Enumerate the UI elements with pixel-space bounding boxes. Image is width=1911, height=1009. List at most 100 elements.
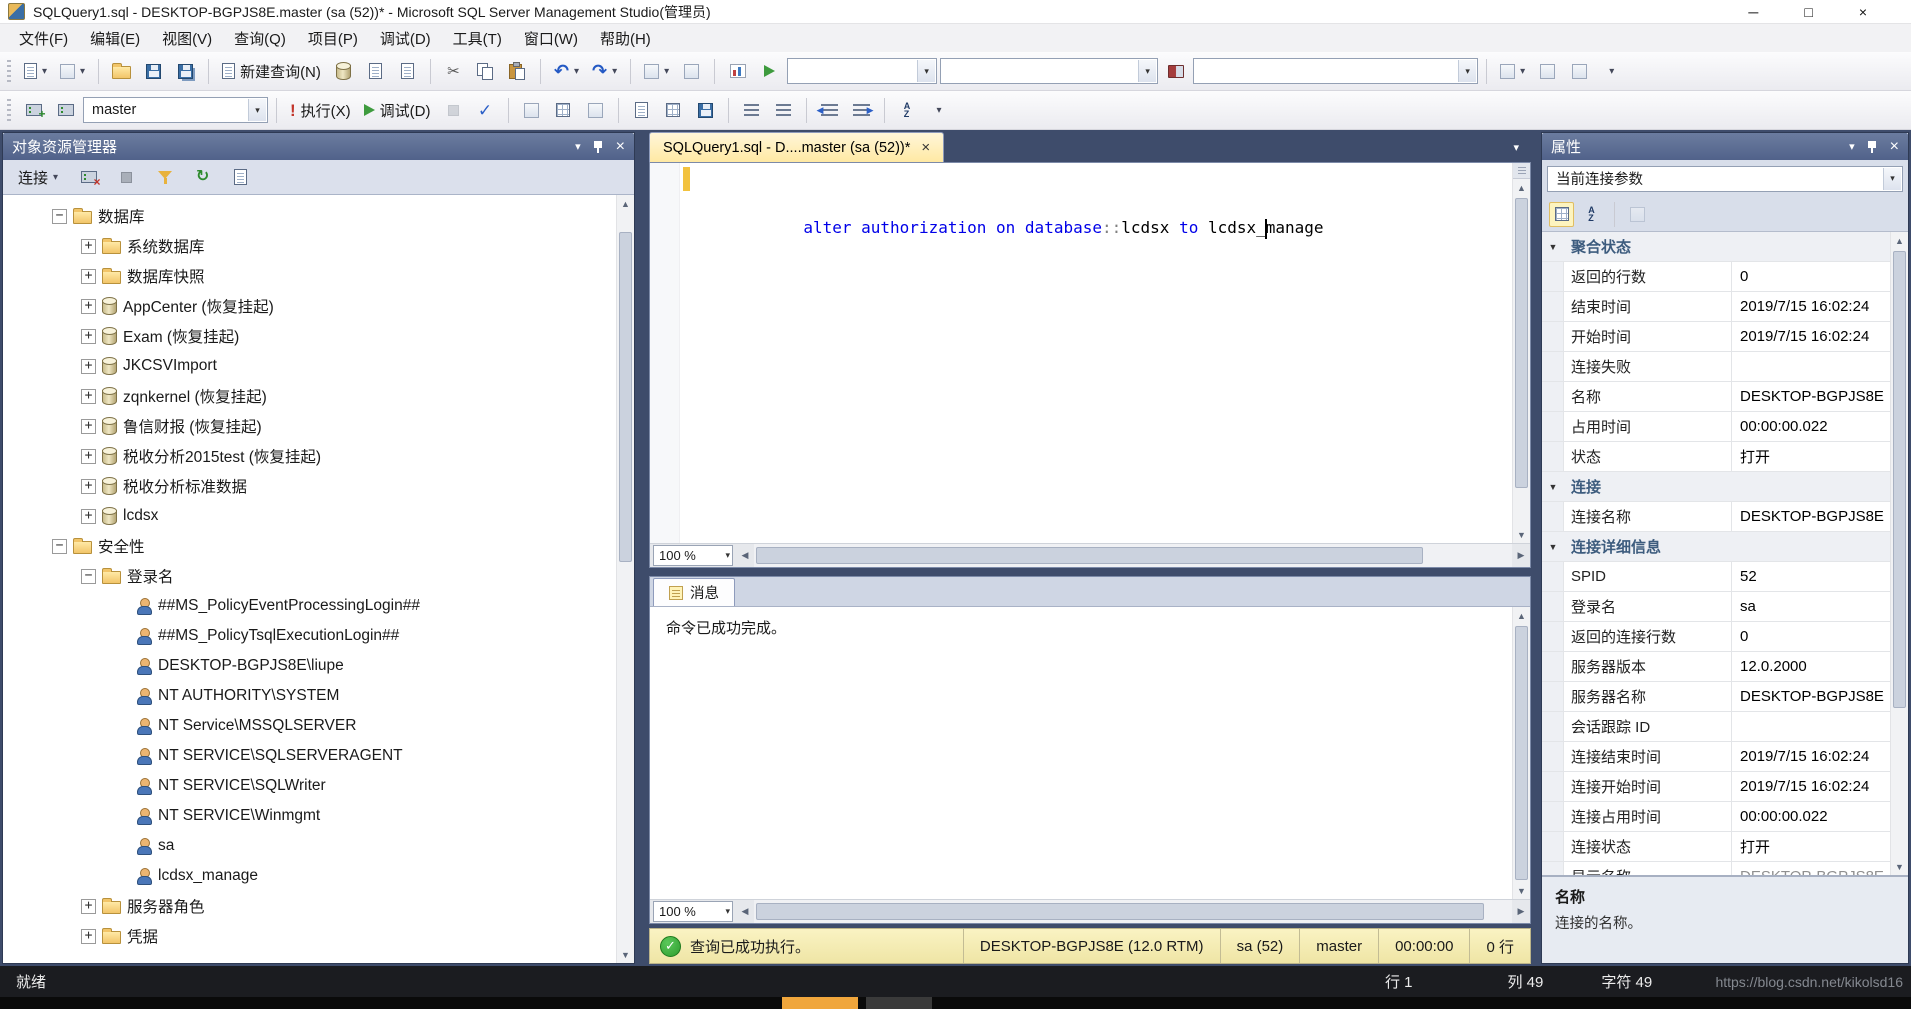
scroll-down-button[interactable]: ▼ [1513,882,1530,899]
filter-button[interactable] [150,162,179,192]
scroll-down-button[interactable]: ▼ [1513,526,1530,543]
scrollbar-thumb[interactable] [1515,626,1528,880]
tree-item[interactable]: 系统数据库 [3,231,616,261]
toolbar-combobox-1[interactable]: ▾ [787,58,938,84]
pin-button[interactable] [593,140,604,154]
scrollbar-thumb[interactable] [756,547,1424,564]
tree-expander[interactable] [81,238,96,254]
tree-expander[interactable] [52,538,67,554]
scroll-up-button[interactable]: ▲ [617,195,634,212]
new-item-dropdown[interactable]: ▾ [19,56,52,86]
close-button[interactable]: × [1859,4,1867,20]
tree-item[interactable]: zqnkernel (恢复挂起) [3,381,616,411]
tree-item[interactable]: Exam (恢复挂起) [3,321,616,351]
tree-item[interactable]: sa [3,831,616,861]
property-row[interactable]: 返回的行数 0 [1542,262,1890,292]
new-query-button[interactable]: 新建查询(N) [217,56,326,86]
scrollbar-thumb[interactable] [619,232,632,563]
intellisense-button[interactable] [581,95,610,125]
menu-item[interactable]: 帮助(H) [589,25,662,52]
chevron-down-icon[interactable]: ▾ [917,60,936,82]
stop-button[interactable] [439,95,468,125]
properties-scrollbar[interactable]: ▲ ▼ [1890,232,1908,875]
scroll-up-button[interactable]: ▲ [1891,232,1908,249]
maximize-button[interactable]: □ [1804,4,1812,20]
property-row[interactable]: 连接占用时间 00:00:00.022 [1542,802,1890,832]
unknown-tool-button-1[interactable] [1533,56,1562,86]
scroll-down-button[interactable]: ▼ [617,946,634,963]
tree-item[interactable]: DESKTOP-BGPJS8E\liupe [3,651,616,681]
results-to-file-button[interactable] [691,95,720,125]
scroll-up-button[interactable]: ▲ [1513,179,1530,196]
parse-button[interactable]: ✓ [471,95,500,125]
activity-monitor-button[interactable] [723,56,752,86]
minimize-button[interactable]: ─ [1748,4,1758,20]
refresh-button[interactable]: ↻ [188,162,217,192]
pane-splitter[interactable] [649,568,1531,576]
toolbar-combobox-3[interactable]: ▾ [1193,58,1479,84]
property-row[interactable]: 连接失败 [1542,352,1890,382]
connect-dropdown[interactable]: 连接 ▾ [11,164,65,191]
tree-item[interactable]: NT SERVICE\SQLSERVERAGENT [3,741,616,771]
property-row[interactable]: 服务器名称 DESKTOP-BGPJS8E [1542,682,1890,712]
cut-button[interactable]: ✂ [439,56,468,86]
start-button[interactable] [755,56,784,86]
editor-hscrollbar[interactable] [754,544,1512,567]
reports-button[interactable] [226,162,255,192]
property-pages-button[interactable] [1625,202,1650,227]
messages-scrollbar[interactable]: ▲ ▼ [1512,607,1530,899]
panel-splitter[interactable] [635,132,649,964]
tree-expander[interactable] [81,928,96,944]
menu-item[interactable]: 视图(V) [151,25,223,52]
scroll-right-button[interactable]: ▶ [1512,550,1530,561]
tree-item[interactable]: 税收分析标准数据 [3,471,616,501]
categorized-button[interactable] [1549,201,1574,227]
paste-button[interactable] [503,56,532,86]
chevron-down-icon[interactable]: ▾ [248,99,266,121]
tree-expander[interactable] [81,358,96,374]
analysis-xmla-query-button[interactable] [393,56,422,86]
chevron-down-icon[interactable]: ▾ [1458,60,1477,82]
tree-item[interactable]: lcdsx [3,501,616,531]
property-row[interactable]: 会话跟踪 ID [1542,712,1890,742]
menu-item[interactable]: 编辑(E) [79,25,151,52]
messages-tab[interactable]: 消息 [653,578,735,606]
messages-zoom-combobox[interactable]: 100 % ▾ [653,901,733,922]
unknown-tool-button-2[interactable] [1565,56,1594,86]
property-row[interactable]: 连接 [1542,472,1890,502]
increase-indent-button[interactable] [847,95,876,125]
show-estimated-plan-button[interactable] [517,95,546,125]
property-row[interactable]: 服务器版本 12.0.2000 [1542,652,1890,682]
toolbar-grip[interactable] [7,60,11,82]
menu-item[interactable]: 调试(D) [369,25,442,52]
tree-item[interactable]: NT SERVICE\SQLWriter [3,771,616,801]
property-row[interactable]: 显示名称 DESKTOP-BGPJS8E [1542,862,1890,875]
properties-header[interactable]: 属性 ▾ × [1542,133,1908,160]
scroll-down-button[interactable]: ▼ [1891,858,1908,875]
tree-item[interactable]: NT AUTHORITY\SYSTEM [3,681,616,711]
navigate-forward-button[interactable] [677,56,706,86]
new-project-dropdown[interactable]: ▾ [55,56,90,86]
tree-item[interactable]: JKCSVImport [3,351,616,381]
database-combobox[interactable]: master ▾ [83,97,268,123]
toolbar-options-dropdown[interactable]: ▾ [925,95,954,125]
disconnect-button[interactable] [74,162,103,192]
tree-item[interactable]: 安全性 [3,531,616,561]
close-panel-button[interactable]: × [1890,138,1899,155]
window-position-dropdown[interactable]: ▾ [575,140,581,153]
property-row[interactable]: 连接名称 DESKTOP-BGPJS8E [1542,502,1890,532]
editor-scrollbar[interactable]: ▲ ▼ [1512,163,1530,543]
tree-item[interactable]: ##MS_PolicyEventProcessingLogin## [3,591,616,621]
tree-item[interactable]: ##MS_PolicyTsqlExecutionLogin## [3,621,616,651]
property-row[interactable]: 登录名 sa [1542,592,1890,622]
tree-item[interactable]: 税收分析2015test (恢复挂起) [3,441,616,471]
tree-item[interactable]: 凭据 [3,921,616,951]
tree-expander[interactable] [52,208,67,224]
execute-button[interactable]: ! 执行(X) [285,95,356,125]
open-file-button[interactable] [107,56,136,86]
menu-item[interactable]: 文件(F) [8,25,79,52]
property-row[interactable]: 结束时间 2019/7/15 16:02:24 [1542,292,1890,322]
toolbar-grip[interactable] [7,99,11,121]
property-row[interactable]: 返回的连接行数 0 [1542,622,1890,652]
tree-item[interactable]: 数据库快照 [3,261,616,291]
